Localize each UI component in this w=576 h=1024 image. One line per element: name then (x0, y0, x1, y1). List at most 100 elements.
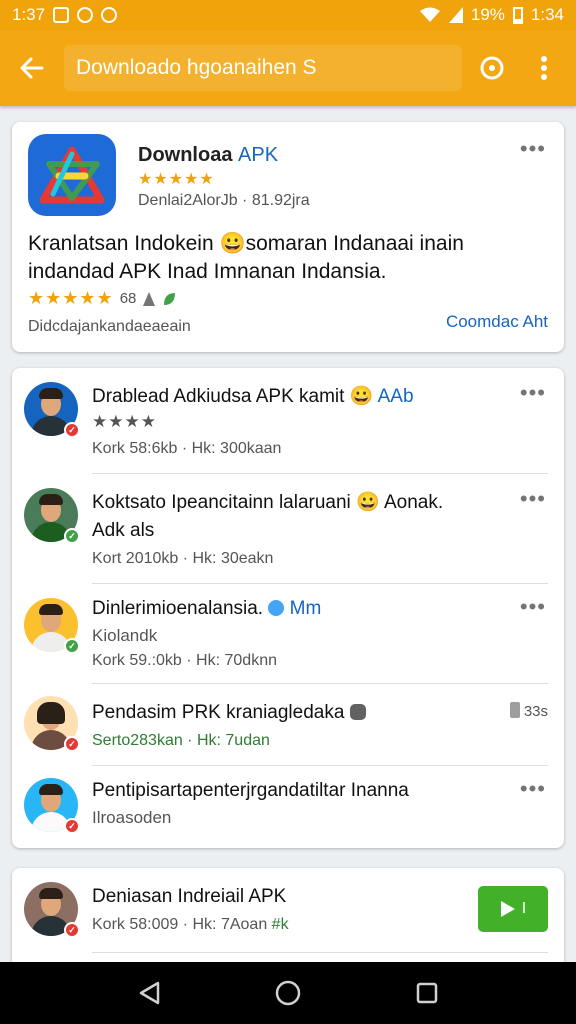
android-icon (143, 291, 156, 306)
item-title-text: Pendasim PRK kraniagledaka (92, 702, 345, 723)
list-item[interactable]: ✓ Pentipisartapenterjrgandatiltar Inanna… (12, 766, 564, 848)
rating-row: ★★★★★ 68 (28, 288, 176, 309)
app-footer-link[interactable]: Coomdac Aht (446, 312, 548, 332)
app-logo-icon (39, 146, 105, 204)
nav-back-button[interactable] (129, 973, 169, 1013)
rating-stars: ★★★★★ (28, 288, 114, 308)
divider (92, 952, 548, 953)
refresh-button[interactable] (470, 46, 514, 90)
item-menu-button[interactable]: ••• (520, 486, 546, 512)
app-card-menu-button[interactable]: ••• (520, 136, 546, 162)
emoji-icon: 😀 (349, 386, 374, 407)
item-side-text: 33s (523, 703, 548, 720)
status-badge: ✓ (64, 638, 80, 654)
bottom-card[interactable]: ✓ Deniasan Indreiail APK Kork 58:009 · H… (12, 868, 564, 962)
avatar[interactable]: ✓ (24, 598, 80, 654)
circle-home-icon (275, 980, 301, 1006)
app-footer-text: Didcdajankandaeaeain (28, 318, 191, 335)
item-title-text: Koktsato Ipeancitainn lalaruani (92, 492, 351, 513)
battery-icon (512, 7, 523, 24)
app-title-text: Downloaa (138, 144, 233, 166)
item-subtitle: Ilroasoden (92, 808, 172, 827)
item-meta: Kort 2010kb · Hk: 30eakn (92, 550, 274, 567)
item-title-text: Dinlerimioenalansia. (92, 598, 264, 619)
item-title: Deniasan Indreiail APK (92, 886, 287, 907)
status-badge: ✓ (64, 422, 80, 438)
item-meta-tag: #k (271, 916, 289, 933)
app-description: Kranlatsan Indokein 😀somaran Indanaai in… (28, 232, 464, 283)
app-bar: Downloado hgoanaihen S (0, 30, 576, 106)
nav-recents-button[interactable] (407, 973, 447, 1013)
play-button[interactable]: I (478, 886, 548, 932)
list-item[interactable]: ✓ Dinlerimioenalansia. Mm ••• Kiolandk K… (12, 584, 564, 684)
list-item[interactable]: ✓ Pendasim PRK kraniagledaka 33s Serto28… (12, 684, 564, 766)
app-title: Downloaa APK (138, 144, 278, 167)
item-subtitle: Adk als (92, 520, 155, 541)
item-title: Koktsato Ipeancitainn lalaruani 😀 Aonak. (92, 490, 443, 514)
item-subtitle: Kiolandk (92, 626, 158, 645)
battery-percent: 19% (470, 5, 505, 24)
item-title: Pentipisartapenterjrgandatiltar Inanna (92, 780, 409, 801)
status-bar: 1:37 19% 1:34 (0, 0, 576, 30)
item-meta: Kork 59.:0kb · Hk: 70dknn (92, 652, 277, 669)
nav-home-button[interactable] (268, 973, 308, 1013)
status-badge: ✓ (64, 818, 80, 834)
avatar[interactable]: ✓ (24, 382, 80, 438)
avatar[interactable]: ✓ (24, 488, 80, 544)
avatar[interactable]: ✓ (24, 778, 80, 834)
status-right: 19% 1:34 (419, 5, 564, 25)
rating-count: 68 (119, 290, 137, 307)
refresh-icon (480, 56, 504, 80)
app-rating-stars: ★★★★★ (138, 171, 215, 188)
item-stars: ★★★★ (92, 412, 157, 431)
status-badge: ✓ (64, 528, 80, 544)
search-field[interactable]: Downloado hgoanaihen S (64, 45, 462, 91)
item-title: Dinlerimioenalansia. Mm (92, 598, 321, 620)
robot-icon (349, 704, 366, 720)
overflow-menu-button[interactable] (522, 46, 566, 90)
app-card[interactable]: Downloaa APK ••• ★★★★★ Denlai2AlorJb · 8… (12, 122, 564, 352)
more-vert-icon (541, 56, 547, 80)
app-meta: Denlai2AlorJb · 81.92jra (138, 192, 310, 209)
notification-icon-2 (77, 7, 94, 23)
app-icon[interactable] (28, 134, 116, 216)
item-tag: Mm (289, 598, 322, 619)
item-title: Drablead Adkiudsa APK kamit 😀 AAb (92, 384, 414, 408)
list-item[interactable]: ✓ Koktsato Ipeancitainn lalaruani 😀 Aona… (12, 474, 564, 584)
item-tag: AAb (377, 386, 414, 407)
app-title-accent: APK (238, 144, 279, 166)
item-menu-button[interactable]: ••• (520, 776, 546, 802)
globe-icon (268, 600, 285, 616)
status-left-time: 1:37 (12, 5, 46, 24)
play-icon (500, 901, 515, 917)
wifi-icon (419, 7, 440, 22)
item-meta: Kork 58:009 · Hk: 7Aoan #k (92, 916, 289, 934)
item-meta-text: Kork 58:009 · Hk: 7Aoan (92, 916, 268, 933)
square-recents-icon (416, 982, 437, 1004)
navigation-bar (0, 962, 576, 1024)
feed-card: ✓ Drablead Adkiudsa APK kamit 😀 AAb ••• … (12, 368, 564, 848)
signal-icon (448, 7, 463, 23)
avatar[interactable]: ✓ (24, 696, 80, 752)
list-item[interactable]: ✓ Drablead Adkiudsa APK kamit 😀 AAb ••• … (12, 368, 564, 474)
item-title: Pendasim PRK kraniagledaka (92, 702, 366, 724)
arrow-left-icon (20, 57, 44, 79)
notification-icon-3 (101, 7, 118, 23)
phone-icon (509, 702, 520, 718)
triangle-back-icon (140, 981, 160, 1005)
emoji-icon: 😀 (356, 492, 380, 513)
clock: 1:34 (530, 5, 564, 24)
item-tag: Aonak. (383, 492, 444, 513)
avatar[interactable]: ✓ (24, 882, 80, 938)
status-badge: ✓ (64, 922, 80, 938)
notification-icon (53, 7, 70, 23)
item-menu-button[interactable]: ••• (520, 594, 546, 620)
item-menu-button[interactable]: ••• (520, 380, 546, 406)
status-left: 1:37 (12, 5, 118, 25)
item-meta: Serto283kan · Hk: 7udan (92, 732, 270, 749)
status-badge: ✓ (64, 736, 80, 752)
item-meta: Kork 58:6kb · Hk: 300kaan (92, 440, 282, 457)
back-button[interactable] (10, 46, 54, 90)
play-button-label: I (521, 900, 527, 917)
item-side: 33s (509, 702, 548, 720)
